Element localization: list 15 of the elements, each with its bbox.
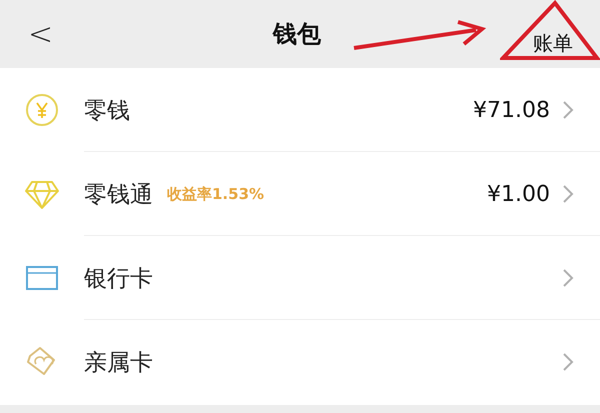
menu-item-label[interactable]: 银行卡 [84,262,153,294]
menu-item-label[interactable]: 零钱 [84,94,130,126]
page-title: 钱包 [273,19,322,50]
chevron-icon [562,268,574,288]
balance-amount: ¥71.08 [473,98,550,122]
coin-icon [24,92,60,128]
chevron-icon [562,184,574,204]
chevron-icon [562,352,574,372]
back-button[interactable]: < [20,16,62,52]
chevron-icon [562,100,574,120]
menu-item-label[interactable]: 零钱通 [84,178,153,210]
yield-rate: 收益率1.53% [167,184,264,204]
menu-item-label[interactable]: 亲属卡 [84,346,153,378]
balance-amount: ¥1.00 [487,182,550,206]
bill-button[interactable]: 账单 [532,33,573,53]
